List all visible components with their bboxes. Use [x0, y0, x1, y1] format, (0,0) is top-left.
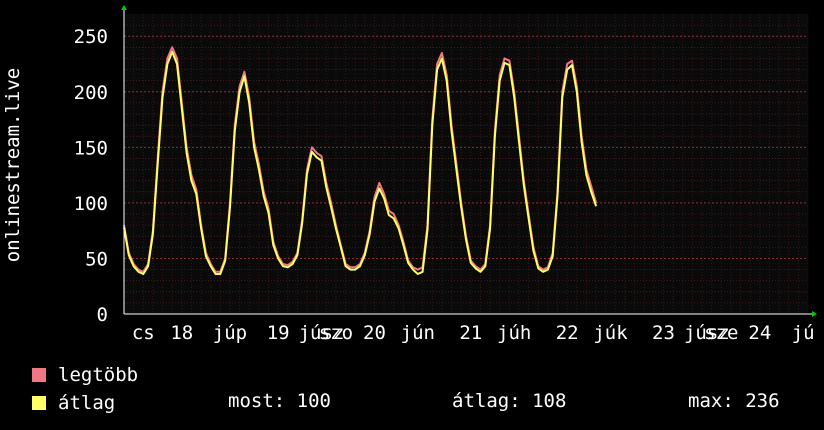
legend-item-legtobb: legtöbb: [32, 362, 138, 388]
x-tick-label: jún: [401, 322, 435, 344]
atlag-swatch: [32, 396, 46, 410]
legend-item-atlag: átlag: [32, 390, 115, 416]
y-tick-label: 200: [74, 82, 108, 104]
x-tick-label: júh: [497, 322, 531, 344]
y-tick-label: 100: [74, 193, 108, 215]
x-tick-label: júp: [213, 322, 247, 344]
legend-label-atlag: átlag: [58, 392, 116, 414]
x-tick-label: 18: [170, 322, 193, 344]
x-tick-label: 21: [459, 322, 482, 344]
x-tick-label: júk: [593, 322, 628, 344]
x-tick-label: 22: [556, 322, 579, 344]
x-tick-label: cs: [132, 322, 155, 344]
y-tick-label: 50: [85, 248, 108, 270]
y-tick-label: 250: [74, 26, 108, 48]
legend-label-legtobb: legtöbb: [58, 364, 139, 386]
plot-area: [124, 14, 808, 314]
traffic-chart: 050100150200250cs 18 júp 19 júszszo 20 jún 21 jú…: [74, 5, 817, 344]
stat-average: átlag: 108: [452, 390, 567, 412]
x-tick-label: szo: [319, 322, 353, 344]
x-tick-label: 19: [267, 322, 290, 344]
x-tick-label: jú: [792, 322, 815, 344]
y-tick-label: 150: [74, 137, 108, 159]
stat-now: most: 100: [228, 390, 331, 412]
legtobb-swatch: [32, 368, 46, 382]
x-axis-arrow: [812, 311, 817, 317]
y-axis-arrow: [121, 5, 127, 10]
x-tick-label: 23: [652, 322, 675, 344]
x-tick-label: 24: [748, 322, 771, 344]
x-tick-label: 20: [363, 322, 386, 344]
y-tick-label: 0: [97, 304, 108, 326]
x-tick-label: sze: [704, 322, 738, 344]
stat-max: max: 236: [688, 390, 780, 412]
